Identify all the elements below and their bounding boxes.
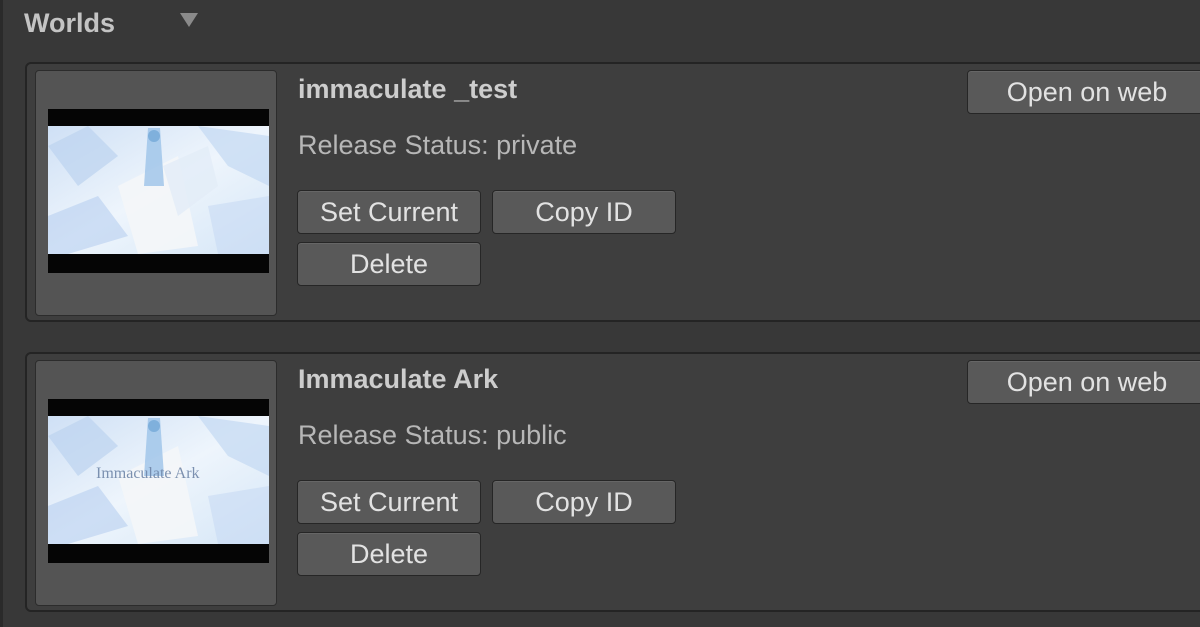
thumbnail-letterbox (48, 109, 269, 273)
thumbnail-image (48, 126, 269, 254)
world-name: immaculate _test (298, 74, 518, 104)
delete-button[interactable]: Delete (297, 242, 481, 286)
thumbnail-image: Immaculate Ark (48, 416, 269, 544)
panel-edge (0, 0, 3, 627)
world-name: Immaculate Ark (298, 364, 499, 394)
copy-id-button[interactable]: Copy ID (492, 480, 676, 524)
thumbnail-letterbox: Immaculate Ark (48, 399, 269, 563)
set-current-button[interactable]: Set Current (297, 480, 481, 524)
world-thumbnail: Immaculate Ark (35, 360, 277, 606)
thumbnail-caption: Immaculate Ark (96, 465, 200, 482)
copy-id-button[interactable]: Copy ID (492, 190, 676, 234)
section-title: Worlds (24, 8, 116, 38)
release-status: Release Status: private (298, 130, 578, 160)
delete-button[interactable]: Delete (297, 532, 481, 576)
set-current-button[interactable]: Set Current (297, 190, 481, 234)
world-card: immaculate _test Release Status: private… (25, 62, 1200, 322)
open-on-web-button[interactable]: Open on web (967, 70, 1200, 114)
release-status: Release Status: public (298, 420, 567, 450)
world-card: Immaculate Ark Immaculate Ark Release St… (25, 352, 1200, 612)
worlds-section-header[interactable]: Worlds (0, 0, 1200, 48)
triangle-down-icon[interactable] (178, 11, 200, 29)
open-on-web-button[interactable]: Open on web (967, 360, 1200, 404)
world-thumbnail (35, 70, 277, 316)
